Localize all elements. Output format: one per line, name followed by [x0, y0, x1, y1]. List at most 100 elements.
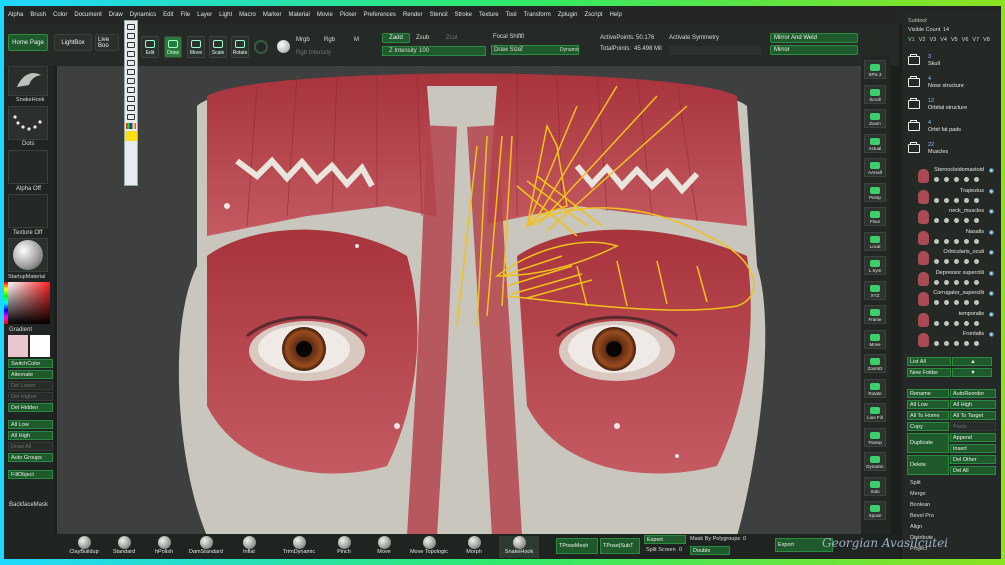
shelf-frame-button[interactable]: Frame — [864, 305, 886, 324]
eye-icon[interactable]: ◉ — [989, 331, 994, 338]
menu-item-light[interactable]: Light — [219, 12, 232, 18]
brush-inflat[interactable]: Inflat — [229, 536, 269, 558]
eye-icon[interactable]: ◉ — [989, 167, 994, 174]
toggle-dot-icon[interactable] — [974, 341, 979, 346]
shelf-xyz-button[interactable]: XYZ — [864, 280, 886, 300]
align-section[interactable]: Align — [910, 524, 922, 530]
version-tab-v6[interactable]: V6 — [962, 37, 969, 46]
eye-icon[interactable]: ◉ — [989, 290, 994, 297]
all-to-target-button[interactable]: All To Target — [950, 411, 996, 420]
eye-icon[interactable]: ◉ — [989, 311, 994, 318]
brush-claybuildup[interactable]: ClayBuildup — [64, 536, 104, 558]
shelf-zoom-button[interactable]: Zoom — [864, 109, 886, 128]
subtool-toggles[interactable] — [934, 300, 994, 305]
shelf-line-fill-button[interactable]: Line Fill — [864, 403, 886, 422]
toggle-dot-icon[interactable] — [954, 197, 959, 203]
toggle-dot-icon[interactable] — [974, 259, 979, 264]
brush-hpolish[interactable]: hPolish — [144, 536, 184, 558]
menu-item-material[interactable]: Material — [289, 12, 310, 18]
shelf-dynamic-button[interactable]: Dynamic — [864, 452, 886, 471]
material-thumbnail[interactable] — [8, 238, 48, 272]
version-tab-v5[interactable]: V5 — [951, 37, 958, 46]
menu-item-marker[interactable]: Marker — [263, 12, 282, 18]
export-button[interactable]: Export — [644, 535, 686, 544]
mask-by-polygroups-label[interactable]: Mask By Polygroups — [690, 536, 740, 542]
subtool-toggles[interactable] — [934, 259, 994, 264]
brush-morph[interactable]: Morph — [454, 536, 494, 558]
arrow-up-button[interactable]: ▲ — [952, 357, 992, 366]
menu-item-tool[interactable]: Tool — [506, 12, 517, 18]
all-high-subtool-button[interactable]: All High — [950, 400, 996, 409]
shelf-xpose-button[interactable]: Xpose — [864, 501, 886, 520]
brush-snakehook[interactable]: SnakeHook — [499, 536, 539, 558]
del-hidden-button[interactable]: Del Hidden — [8, 403, 53, 412]
brush-pinch[interactable]: Pinch — [324, 536, 364, 558]
toggle-dot-icon[interactable] — [964, 259, 969, 264]
toggle-dot-icon[interactable] — [934, 320, 939, 326]
menu-item-picker[interactable]: Picker — [340, 12, 357, 18]
fill-object-button[interactable]: FillObject — [8, 470, 53, 479]
brush-standard[interactable]: Standard — [104, 536, 144, 558]
shelf-actual-button[interactable]: Actual — [864, 133, 886, 153]
subtool-item[interactable]: Nasalis ◉ — [918, 229, 996, 249]
backface-mask-toggle[interactable]: BackfaceMask — [9, 502, 48, 508]
toggle-dot-icon[interactable] — [964, 300, 969, 305]
yellow-color-chip[interactable] — [125, 131, 137, 141]
menu-item-zscript[interactable]: Zscript — [584, 12, 602, 18]
toggle-dot-icon[interactable] — [944, 238, 949, 244]
shelf-l-sym-button[interactable]: L.Sym — [864, 256, 886, 275]
palette-icon[interactable] — [126, 123, 136, 129]
shelf-rotate-button[interactable]: Rotate — [864, 378, 886, 398]
rename-button[interactable]: Rename — [907, 389, 949, 398]
all-low-subtool-button[interactable]: All Low — [907, 400, 949, 409]
toggle-dot-icon[interactable] — [944, 197, 949, 203]
split-screen-label[interactable]: Split Screen — [646, 547, 676, 553]
eye-icon[interactable]: ◉ — [989, 249, 994, 256]
version-tab-v8[interactable]: V8 — [983, 37, 990, 46]
menu-item-render[interactable]: Render — [403, 12, 423, 18]
eye-icon[interactable]: ◉ — [989, 188, 994, 195]
eye-icon[interactable]: ◉ — [989, 208, 994, 215]
toggle-dot-icon[interactable] — [954, 341, 959, 346]
mrgb-toggle[interactable]: Mrgb — [296, 37, 310, 43]
eye-icon[interactable]: ◉ — [989, 229, 994, 236]
shelf-local-button[interactable]: Local — [864, 231, 886, 251]
toggle-dot-icon[interactable] — [944, 279, 949, 285]
menu-item-stroke[interactable]: Stroke — [455, 12, 472, 18]
toggle-dot-icon[interactable] — [974, 238, 979, 244]
tpose-mesh-button[interactable]: TPoseMesh — [556, 538, 598, 554]
draw-mode-button[interactable]: Draw — [164, 36, 182, 58]
menu-item-edit[interactable]: Edit — [163, 12, 173, 18]
toggle-dot-icon[interactable] — [934, 341, 939, 346]
new-folder-button[interactable]: New Folder — [907, 368, 951, 377]
toggle-dot-icon[interactable] — [964, 197, 969, 203]
menu-item-preferences[interactable]: Preferences — [364, 12, 396, 18]
subtool-toggles[interactable] — [934, 177, 994, 182]
subtool-item[interactable]: temporalis ◉ — [918, 311, 996, 331]
hue-slider[interactable] — [4, 282, 8, 324]
toggle-dot-icon[interactable] — [934, 197, 939, 203]
subtool-folder[interactable]: 4 Nose structure — [908, 76, 996, 98]
draw-size-slider[interactable]: Draw Size 7 Dynamic — [491, 45, 579, 55]
toggle-dot-icon[interactable] — [964, 218, 969, 223]
menu-item-texture[interactable]: Texture — [479, 12, 499, 18]
menu-item-file[interactable]: File — [180, 12, 190, 18]
toggle-dot-icon[interactable] — [944, 320, 949, 326]
edit-mode-button[interactable]: Edit — [141, 36, 159, 58]
activate-symmetry-button[interactable]: Activate Symmetry — [669, 35, 719, 41]
menu-item-help[interactable]: Help — [609, 12, 621, 18]
brush-trimdynamic[interactable]: TrimDynamic — [279, 536, 319, 558]
shelf-solo-button[interactable]: Solo — [864, 476, 886, 496]
shelf-spix-3-button[interactable]: SPix 3 — [864, 60, 886, 79]
subtool-toggles[interactable] — [934, 238, 994, 244]
version-tab-v3[interactable]: V3 — [929, 37, 936, 46]
bevel-pro-section[interactable]: Bevel Pro — [910, 513, 934, 519]
menu-item-color[interactable]: Color — [53, 12, 67, 18]
del-higher-button[interactable]: Del Higher — [8, 392, 53, 401]
symmetry-axis-buttons[interactable] — [669, 46, 761, 55]
lightbox-button[interactable]: LightBox — [54, 34, 92, 51]
mirror-button[interactable]: Mirror — [770, 45, 858, 55]
visible-icon[interactable] — [127, 24, 135, 30]
duplicate-button[interactable]: Duplicate — [907, 433, 949, 453]
subtool-toggles[interactable] — [934, 279, 994, 285]
